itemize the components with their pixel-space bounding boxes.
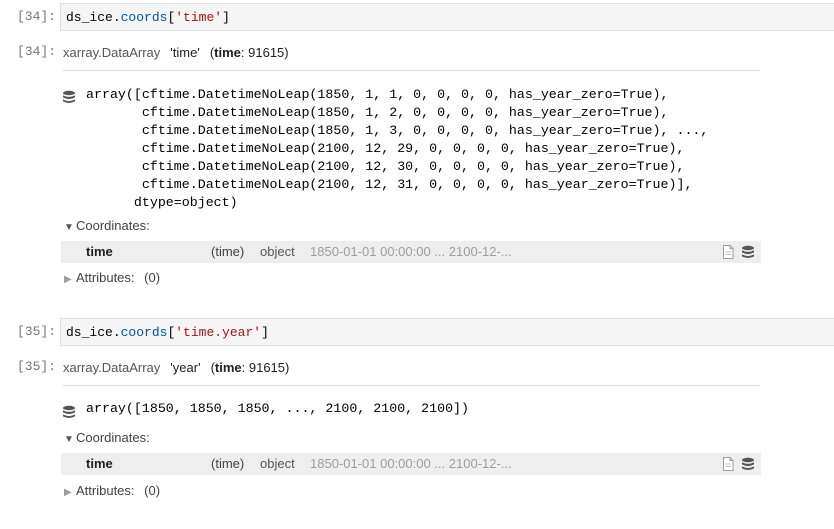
coordinates-label: Coordinates:: [76, 430, 150, 445]
array-line: array([1850, 1850, 1850, ..., 2100, 2100…: [86, 401, 470, 416]
dataarray-type: xarray.DataArray: [63, 360, 161, 375]
coord-dtype: object: [260, 456, 295, 471]
array-line: array([cftime.DatetimeNoLeap(1850, 1, 1,…: [86, 87, 669, 102]
dim-size: : 91615): [241, 360, 290, 375]
dataarray-dims: (time: 91615): [210, 45, 289, 60]
attributes-count: (0): [144, 270, 161, 285]
output-prompt: [35]:: [16, 359, 56, 374]
code-dot: .: [112, 10, 121, 25]
code-dot: .: [112, 325, 121, 340]
database-icon[interactable]: [741, 245, 755, 259]
attributes-section-toggle[interactable]: ▶ Attributes: (0): [64, 270, 160, 285]
array-line: cftime.DatetimeNoLeap(1850, 1, 2, 0, 0, …: [86, 105, 669, 120]
dim-size: : 91615): [240, 45, 289, 60]
array-line: cftime.DatetimeNoLeap(2100, 12, 30, 0, 0…: [86, 159, 685, 174]
code-attr: coords: [120, 325, 168, 340]
dataarray-name: 'year': [170, 360, 201, 375]
triangle-right-icon: ▶: [64, 487, 72, 498]
dataarray-header: xarray.DataArray 'time' (time: 91615): [63, 45, 289, 60]
database-icon[interactable]: [62, 90, 76, 104]
coord-dims: (time): [211, 456, 245, 471]
database-icon[interactable]: [741, 457, 755, 471]
code-string: 'time.year': [175, 325, 262, 340]
array-line: cftime.DatetimeNoLeap(1850, 1, 3, 0, 0, …: [86, 123, 709, 138]
coord-preview: 1850-01-01 00:00:00 ... 2100-12-...: [310, 244, 512, 259]
file-icon[interactable]: [721, 457, 735, 471]
dataarray-name: 'time': [170, 45, 200, 60]
coordinates-section-toggle[interactable]: ▼ Coordinates:: [64, 430, 150, 445]
dataarray-type: xarray.DataArray: [63, 45, 161, 60]
attributes-label: Attributes:: [76, 270, 135, 285]
dim-name: time: [214, 45, 241, 60]
code-attr: coords: [120, 10, 168, 25]
code-bracket-close: ]: [261, 325, 269, 340]
array-values: array([cftime.DatetimeNoLeap(1850, 1, 1,…: [86, 86, 708, 212]
coord-name: time: [86, 456, 113, 471]
database-icon[interactable]: [62, 405, 76, 419]
code-input[interactable]: ds_ice.coords['time.year']: [60, 318, 834, 346]
coord-dims: (time): [211, 244, 245, 259]
attributes-label: Attributes:: [76, 483, 135, 498]
array-line: cftime.DatetimeNoLeap(2100, 12, 31, 0, 0…: [86, 177, 693, 192]
triangle-down-icon: ▼: [64, 434, 74, 445]
code-string: 'time': [175, 10, 223, 25]
array-values: array([1850, 1850, 1850, ..., 2100, 2100…: [86, 400, 469, 418]
output-prompt: [34]:: [16, 44, 56, 59]
attributes-count: (0): [144, 483, 161, 498]
coord-dtype: object: [260, 244, 295, 259]
input-prompt: [34]:: [16, 9, 56, 24]
file-icon[interactable]: [721, 245, 735, 259]
coordinates-label: Coordinates:: [76, 218, 150, 233]
dataarray-header: xarray.DataArray 'year' (time: 91615): [63, 360, 289, 375]
code-var: ds_ice: [66, 10, 113, 25]
dataarray-dims: (time: 91615): [211, 360, 290, 375]
code-input[interactable]: ds_ice.coords['time']: [60, 3, 834, 31]
array-line: dtype=object): [86, 195, 238, 210]
dim-name: time: [214, 360, 242, 375]
coord-name: time: [86, 244, 113, 259]
triangle-right-icon: ▶: [64, 274, 72, 285]
attributes-section-toggle[interactable]: ▶ Attributes: (0): [64, 483, 160, 498]
coord-preview: 1850-01-01 00:00:00 ... 2100-12-...: [310, 456, 512, 471]
coordinate-row-time: time (time) object 1850-01-01 00:00:00 .…: [61, 453, 761, 475]
code-var: ds_ice: [66, 325, 113, 340]
coordinate-row-time: time (time) object 1850-01-01 00:00:00 .…: [61, 241, 761, 263]
array-line: cftime.DatetimeNoLeap(2100, 12, 29, 0, 0…: [86, 141, 685, 156]
coordinates-section-toggle[interactable]: ▼ Coordinates:: [64, 218, 150, 233]
code-bracket-close: ]: [222, 10, 230, 25]
triangle-down-icon: ▼: [64, 222, 74, 233]
input-prompt: [35]:: [16, 324, 56, 339]
header-divider: [63, 385, 760, 386]
header-divider: [63, 70, 760, 71]
